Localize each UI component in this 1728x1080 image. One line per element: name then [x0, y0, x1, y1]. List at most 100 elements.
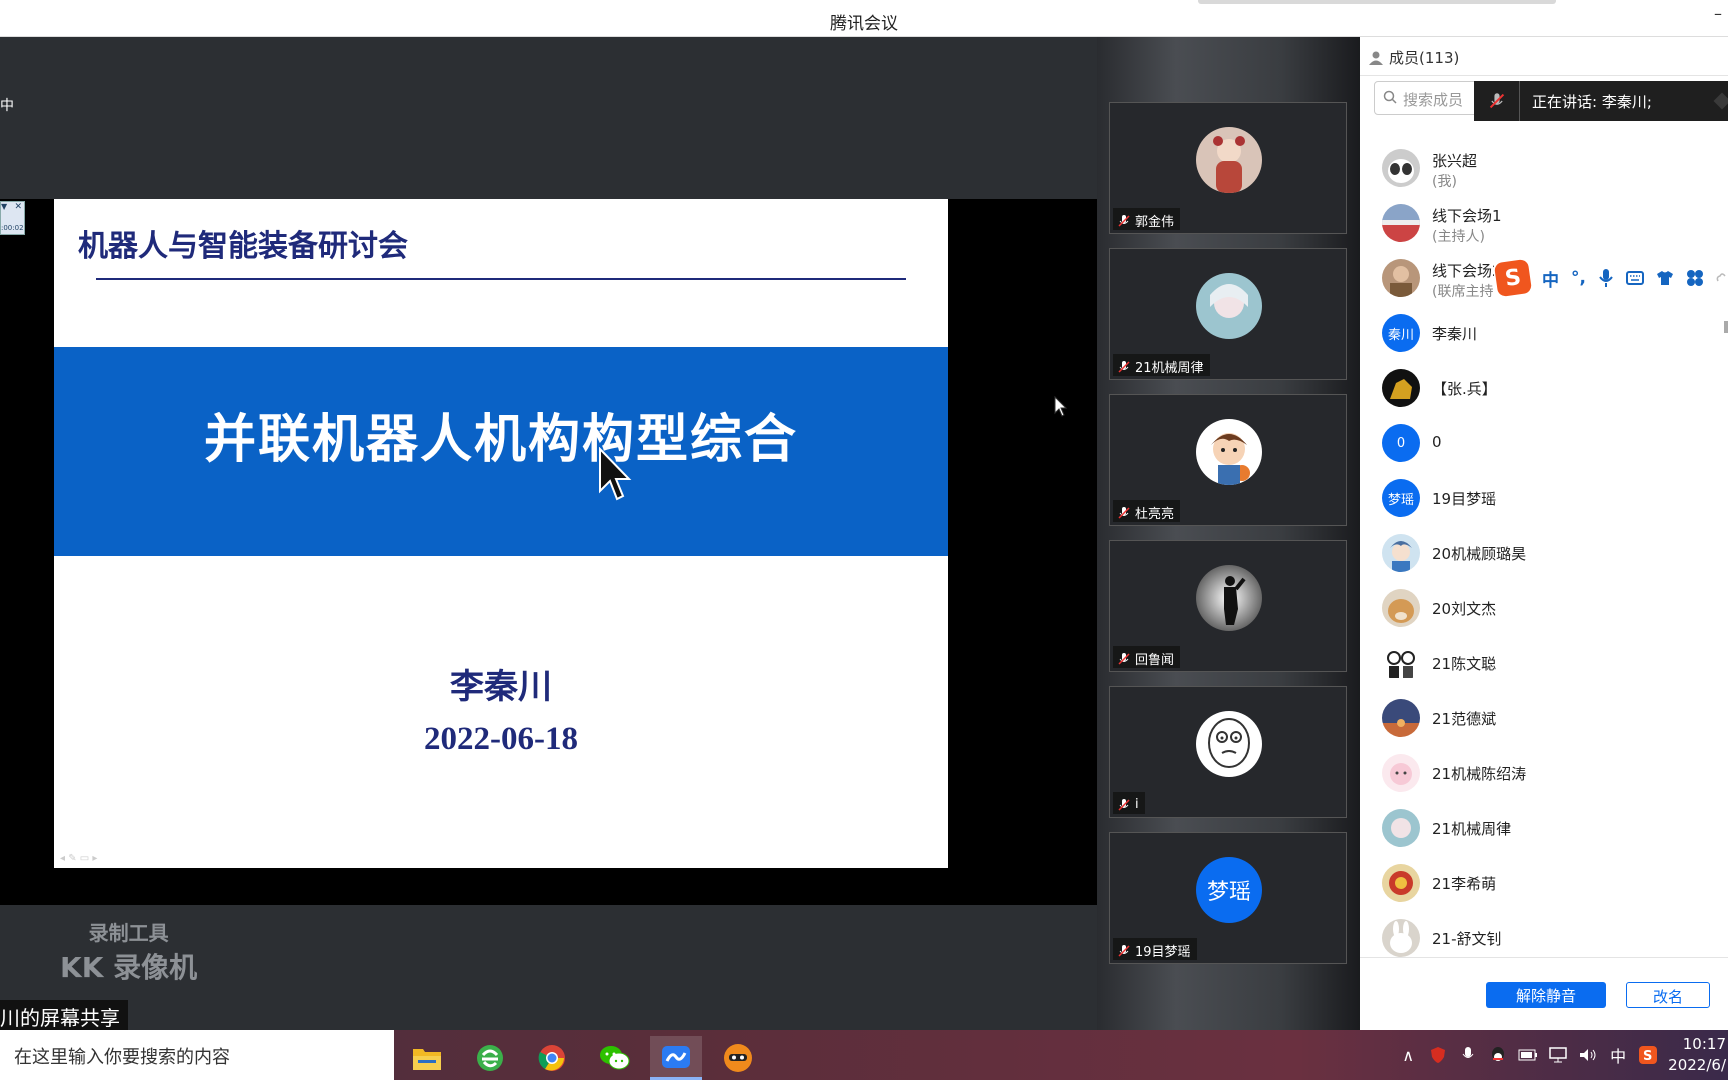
- taskbar-clock[interactable]: 10:17 2022/6/: [1668, 1034, 1726, 1076]
- toolbox-grid-icon[interactable]: [1686, 269, 1704, 287]
- participant-name: 21机械周律: [1135, 361, 1204, 376]
- mic-muted-icon: [1118, 652, 1130, 665]
- list-item[interactable]: 21范德斌: [1360, 691, 1728, 746]
- rename-button[interactable]: 改名: [1626, 982, 1710, 1008]
- list-item[interactable]: 20机械顾璐昊: [1360, 526, 1728, 581]
- screen-share-label: 川的屏幕共享: [0, 1000, 128, 1030]
- participant-name: 杜亮亮: [1135, 507, 1175, 522]
- list-item[interactable]: 0 0: [1360, 416, 1728, 471]
- dropdown-icon[interactable]: ▼: [1, 202, 7, 211]
- chrome-icon[interactable]: [526, 1036, 578, 1080]
- member-name: 19目梦瑶: [1432, 490, 1497, 508]
- list-item[interactable]: 线下会场1 (主持人): [1360, 196, 1728, 251]
- keyboard-icon[interactable]: [1625, 271, 1644, 285]
- input-language-indicator[interactable]: 中: [1608, 1045, 1628, 1066]
- member-avatar: [1382, 919, 1420, 957]
- wechat-icon[interactable]: [588, 1036, 640, 1080]
- member-avatar: [1382, 864, 1420, 902]
- speaking-text: 正在讲话: 李秦川;: [1532, 92, 1652, 111]
- video-tile[interactable]: 杜亮亮: [1109, 394, 1347, 526]
- recorder-watermark: 录制工具 KK 录像机: [60, 917, 197, 986]
- member-avatar: [1382, 259, 1420, 297]
- list-item[interactable]: 梦瑶 19目梦瑶: [1360, 471, 1728, 526]
- network-icon[interactable]: [1548, 1045, 1568, 1065]
- scrollbar[interactable]: [1724, 321, 1728, 333]
- tencent-meeting-icon[interactable]: [650, 1036, 702, 1080]
- list-item[interactable]: 21机械周律: [1360, 801, 1728, 856]
- member-role: (主持人): [1432, 229, 1485, 245]
- member-name: 21范德斌: [1432, 710, 1497, 728]
- chevron-up-icon[interactable]: ∧: [1398, 1045, 1418, 1065]
- divider: [1360, 75, 1728, 76]
- list-item[interactable]: 20刘文杰: [1360, 581, 1728, 636]
- presentation-slide: 机器人与智能装备研讨会 并联机器人机构构型综合 李秦川 2022-06-18 ◂…: [54, 199, 948, 868]
- member-name: 21李希萌: [1432, 875, 1497, 893]
- participant-avatar: [1196, 127, 1262, 193]
- member-avatar: [1382, 809, 1420, 847]
- popup-arrow: [1713, 92, 1728, 110]
- participant-avatar: [1196, 273, 1262, 339]
- recording-timer: :00:02: [1, 224, 24, 232]
- slide-date: 2022-06-18: [424, 721, 578, 757]
- ie-browser-icon[interactable]: [464, 1036, 516, 1080]
- system-tray: ∧ 中 S 10:17 2022/6/: [1398, 1030, 1728, 1080]
- list-item[interactable]: 21机械陈绍涛: [1360, 746, 1728, 801]
- list-item[interactable]: 21陈文聪: [1360, 636, 1728, 691]
- skin-shirt-icon[interactable]: [1656, 270, 1674, 286]
- member-avatar: [1382, 534, 1420, 572]
- list-item[interactable]: 21李希萌: [1360, 856, 1728, 911]
- mic-muted-icon: [1118, 360, 1130, 373]
- windows-taskbar: 在这里输入你要搜索的内容 ∧ 中 S 10:17 2022/6/: [0, 1030, 1728, 1080]
- member-name: 20刘文杰: [1432, 600, 1497, 618]
- slide-presenter: 李秦川: [450, 667, 552, 707]
- member-name: 21机械周律: [1432, 820, 1512, 838]
- participant-name: 19目梦瑶: [1135, 945, 1191, 960]
- video-tile[interactable]: 梦瑶 19目梦瑶: [1109, 832, 1347, 964]
- minimize-button[interactable]: –: [1714, 4, 1722, 23]
- list-item[interactable]: 【张.兵】: [1360, 361, 1728, 416]
- microphone-icon[interactable]: [1598, 268, 1614, 288]
- member-search-input[interactable]: 搜索成员: [1374, 81, 1484, 115]
- cloud-icon[interactable]: [1716, 271, 1726, 285]
- slide-viewport: 机器人与智能装备研讨会 并联机器人机构构型综合 李秦川 2022-06-18 ◂…: [0, 199, 1097, 905]
- member-avatar: [1382, 369, 1420, 407]
- qq-icon[interactable]: [1488, 1045, 1508, 1065]
- window-titlebar: 腾讯会议 –: [0, 0, 1728, 37]
- unmute-button[interactable]: 解除静音: [1486, 982, 1606, 1008]
- participant-name-tag: 21机械周律: [1113, 354, 1210, 376]
- member-name: 线下会场1: [1432, 207, 1502, 225]
- divider: [1360, 957, 1728, 958]
- file-explorer-icon[interactable]: [401, 1036, 453, 1080]
- recording-mini-control[interactable]: ▼ ✕ :00:02: [0, 201, 25, 235]
- mic-muted-icon: [1118, 798, 1130, 811]
- video-tile[interactable]: 郭金伟: [1109, 102, 1347, 234]
- taskbar-search-input[interactable]: 在这里输入你要搜索的内容: [0, 1030, 394, 1080]
- speaking-indicator: 正在讲话: 李秦川;: [1474, 81, 1728, 121]
- close-icon[interactable]: ✕: [14, 202, 22, 212]
- member-name: 21机械陈绍涛: [1432, 765, 1527, 783]
- shared-screen-stage: 中 机器人与智能装备研讨会 并联机器人机构构型综合 李秦川 2022-06-18…: [0, 37, 1097, 1030]
- slide-tools-icon: ◂ ✎ ▭ ▸: [60, 853, 98, 864]
- volume-icon[interactable]: [1578, 1045, 1598, 1065]
- recorder-app-icon[interactable]: [712, 1036, 764, 1080]
- sogou-logo-icon[interactable]: S: [1493, 258, 1533, 298]
- battery-icon[interactable]: [1518, 1045, 1538, 1065]
- ime-punctuation-toggle[interactable]: °,: [1571, 268, 1586, 288]
- sogou-tray-icon[interactable]: S: [1638, 1045, 1658, 1065]
- clock-date: 2022/6/: [1668, 1056, 1726, 1074]
- member-avatar: [1382, 644, 1420, 682]
- list-item[interactable]: 张兴超 (我): [1360, 141, 1728, 196]
- list-item[interactable]: 秦川 李秦川: [1360, 306, 1728, 361]
- video-tile[interactable]: i: [1109, 686, 1347, 818]
- microphone-icon[interactable]: [1458, 1045, 1478, 1065]
- members-count: 成员(113): [1389, 49, 1460, 67]
- video-tile[interactable]: 回鲁闻: [1109, 540, 1347, 672]
- ime-mode-toggle[interactable]: 中: [1542, 266, 1559, 291]
- ime-toolbar[interactable]: S 中 °,: [1493, 257, 1728, 299]
- participant-name: 回鲁闻: [1135, 653, 1175, 668]
- search-placeholder: 搜索成员: [1403, 91, 1464, 109]
- antivirus-icon[interactable]: [1428, 1045, 1448, 1065]
- mic-muted-icon: [1118, 506, 1130, 519]
- video-tile[interactable]: 21机械周律: [1109, 248, 1347, 380]
- participant-avatar: [1196, 419, 1262, 485]
